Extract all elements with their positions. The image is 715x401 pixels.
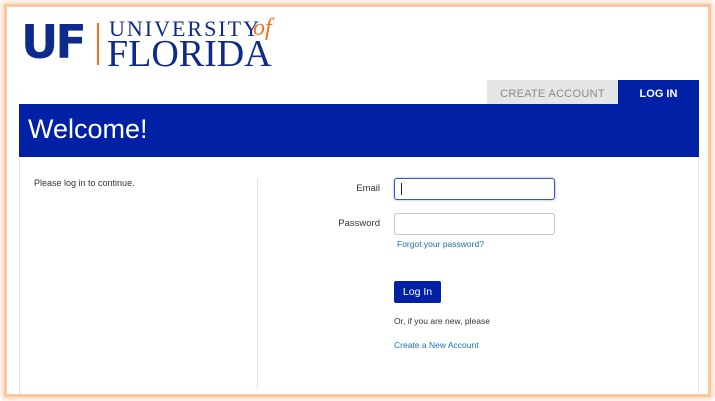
password-field[interactable] — [394, 213, 555, 235]
text-caret — [401, 183, 402, 195]
column-divider — [257, 178, 258, 388]
login-panel: Please log in to continue. Email Passwor… — [19, 157, 699, 394]
email-field[interactable] — [394, 178, 555, 200]
logo-uf-mark: UF — [21, 15, 87, 69]
log-in-button[interactable]: Log In — [394, 281, 441, 303]
welcome-banner: Welcome! — [19, 104, 699, 157]
intro-text: Please log in to continue. — [34, 178, 135, 188]
password-label: Password — [338, 218, 380, 229]
new-user-text: Or, if you are new, please — [394, 316, 490, 326]
create-account-link[interactable]: Create a New Account — [394, 340, 479, 350]
uf-logo[interactable]: UF UNIVERSITY of FLORIDA — [21, 15, 321, 75]
email-label: Email — [356, 183, 380, 194]
forgot-password-link[interactable]: Forgot your password? — [397, 239, 484, 249]
logo-florida-text: FLORIDA — [107, 33, 272, 75]
page-title: Welcome! — [28, 114, 148, 144]
page-frame: UF UNIVERSITY of FLORIDA CREATE ACCOUNT … — [4, 4, 711, 397]
logo-divider — [97, 23, 99, 65]
